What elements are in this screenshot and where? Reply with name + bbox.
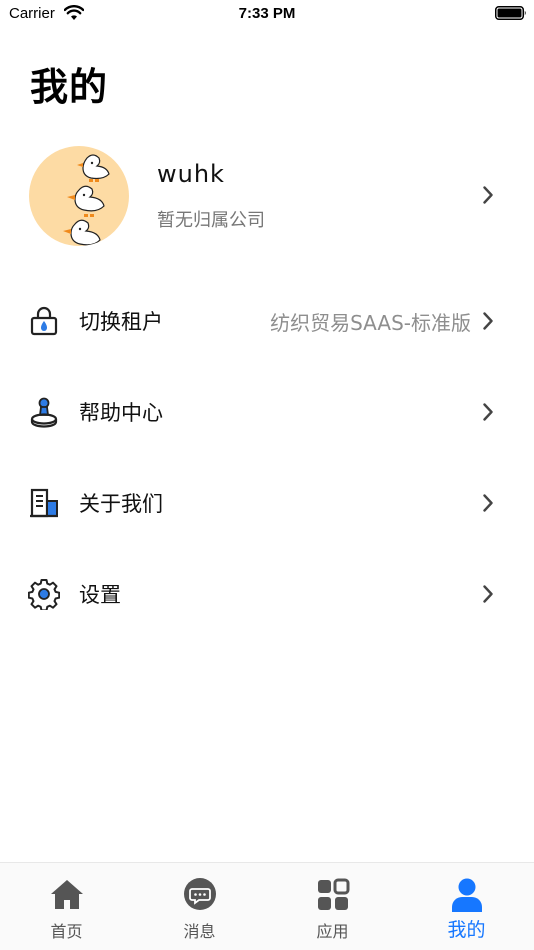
- menu-label: 帮助中心: [79, 401, 163, 425]
- menu-item-switch-tenant[interactable]: 切换租户 纺织贸易SAAS-标准版: [0, 290, 534, 350]
- building-icon: [30, 488, 58, 518]
- page-title: 我的: [30, 65, 109, 109]
- tab-mine[interactable]: 我的: [400, 863, 533, 950]
- gear-icon: [28, 579, 60, 610]
- status-bar: Carrier 7:33 PM: [0, 0, 534, 28]
- menu-label: 切换租户: [79, 310, 163, 334]
- home-icon: [50, 880, 83, 909]
- menu-item-help-center[interactable]: 帮助中心: [0, 381, 534, 441]
- tab-bar: 首页 消息 应用 我的: [0, 862, 534, 950]
- tab-label: 消息: [183, 922, 216, 941]
- battery-icon: [495, 6, 526, 20]
- menu-label: 关于我们: [79, 492, 163, 516]
- chevron-right-icon: [483, 585, 493, 603]
- tab-messages[interactable]: 消息: [133, 863, 266, 950]
- tab-label: 我的: [447, 919, 486, 941]
- tenant-value: 纺织贸易SAAS-标准版: [270, 311, 471, 335]
- tab-label: 应用: [316, 922, 349, 941]
- duck-avatar-icon: [63, 154, 110, 246]
- user-icon: [451, 878, 482, 912]
- chevron-right-icon: [483, 312, 493, 330]
- username: wuhk: [157, 160, 225, 188]
- chevron-right-icon: [483, 494, 493, 512]
- lock-icon: [30, 306, 58, 336]
- menu-label: 设置: [79, 583, 121, 607]
- chevron-right-icon: [483, 186, 493, 204]
- status-time: 7:33 PM: [238, 5, 296, 22]
- avatar[interactable]: [29, 146, 129, 246]
- stamp-icon: [30, 397, 58, 428]
- menu-item-about-us[interactable]: 关于我们: [0, 472, 534, 532]
- menu-item-settings[interactable]: 设置: [0, 563, 534, 623]
- company-label: 暂无归属公司: [157, 210, 265, 231]
- chevron-right-icon: [483, 403, 493, 421]
- tab-label: 首页: [50, 922, 83, 941]
- apps-icon: [317, 878, 349, 910]
- tab-home[interactable]: 首页: [0, 863, 133, 950]
- message-icon: [183, 878, 216, 910]
- profile-card[interactable]: wuhk 暂无归属公司: [0, 140, 534, 250]
- tab-apps[interactable]: 应用: [266, 863, 399, 950]
